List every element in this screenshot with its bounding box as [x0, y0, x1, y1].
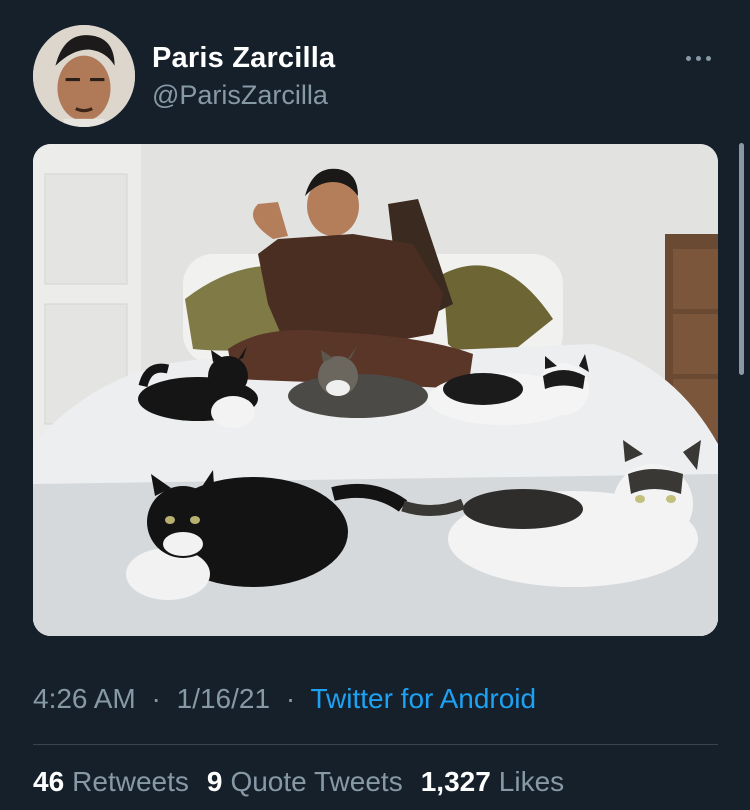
tweet-date[interactable]: 1/16/21: [177, 683, 270, 714]
photo-image: [33, 144, 718, 636]
more-options-button[interactable]: [676, 45, 720, 71]
author-handle[interactable]: @ParisZarcilla: [152, 80, 328, 111]
more-horizontal-icon: [705, 55, 711, 61]
tweet-detail: Paris Zarcilla @ParisZarcilla 4:26 AM · …: [0, 0, 750, 810]
quote-tweets-label: Quote Tweets: [230, 766, 403, 797]
tweet-source-link[interactable]: Twitter for Android: [310, 683, 536, 714]
more-horizontal-icon: [685, 55, 691, 61]
avatar-image: [33, 25, 135, 127]
divider: [33, 744, 718, 745]
meta-separator: ·: [285, 683, 296, 714]
retweets-stat[interactable]: 46 Retweets: [33, 766, 189, 798]
scrollbar[interactable]: [739, 143, 744, 375]
retweets-label: Retweets: [72, 766, 189, 797]
quote-tweets-count: 9: [206, 766, 223, 797]
retweets-count: 46: [33, 766, 65, 797]
likes-label: Likes: [498, 766, 565, 797]
tweet-time[interactable]: 4:26 AM: [33, 683, 136, 714]
likes-stat[interactable]: 1,327 Likes: [421, 766, 564, 798]
tweet-stats: 46 Retweets 9 Quote Tweets 1,327 Likes: [33, 766, 564, 798]
likes-count: 1,327: [420, 766, 491, 797]
meta-separator: ·: [151, 683, 161, 714]
tweet-photo[interactable]: [33, 144, 718, 636]
quote-tweets-stat[interactable]: 9 Quote Tweets: [207, 766, 403, 798]
author-display-name[interactable]: Paris Zarcilla: [152, 42, 335, 75]
tweet-meta: 4:26 AM · 1/16/21 · Twitter for Android: [33, 683, 536, 715]
avatar[interactable]: [33, 25, 135, 127]
more-horizontal-icon: [695, 55, 701, 61]
